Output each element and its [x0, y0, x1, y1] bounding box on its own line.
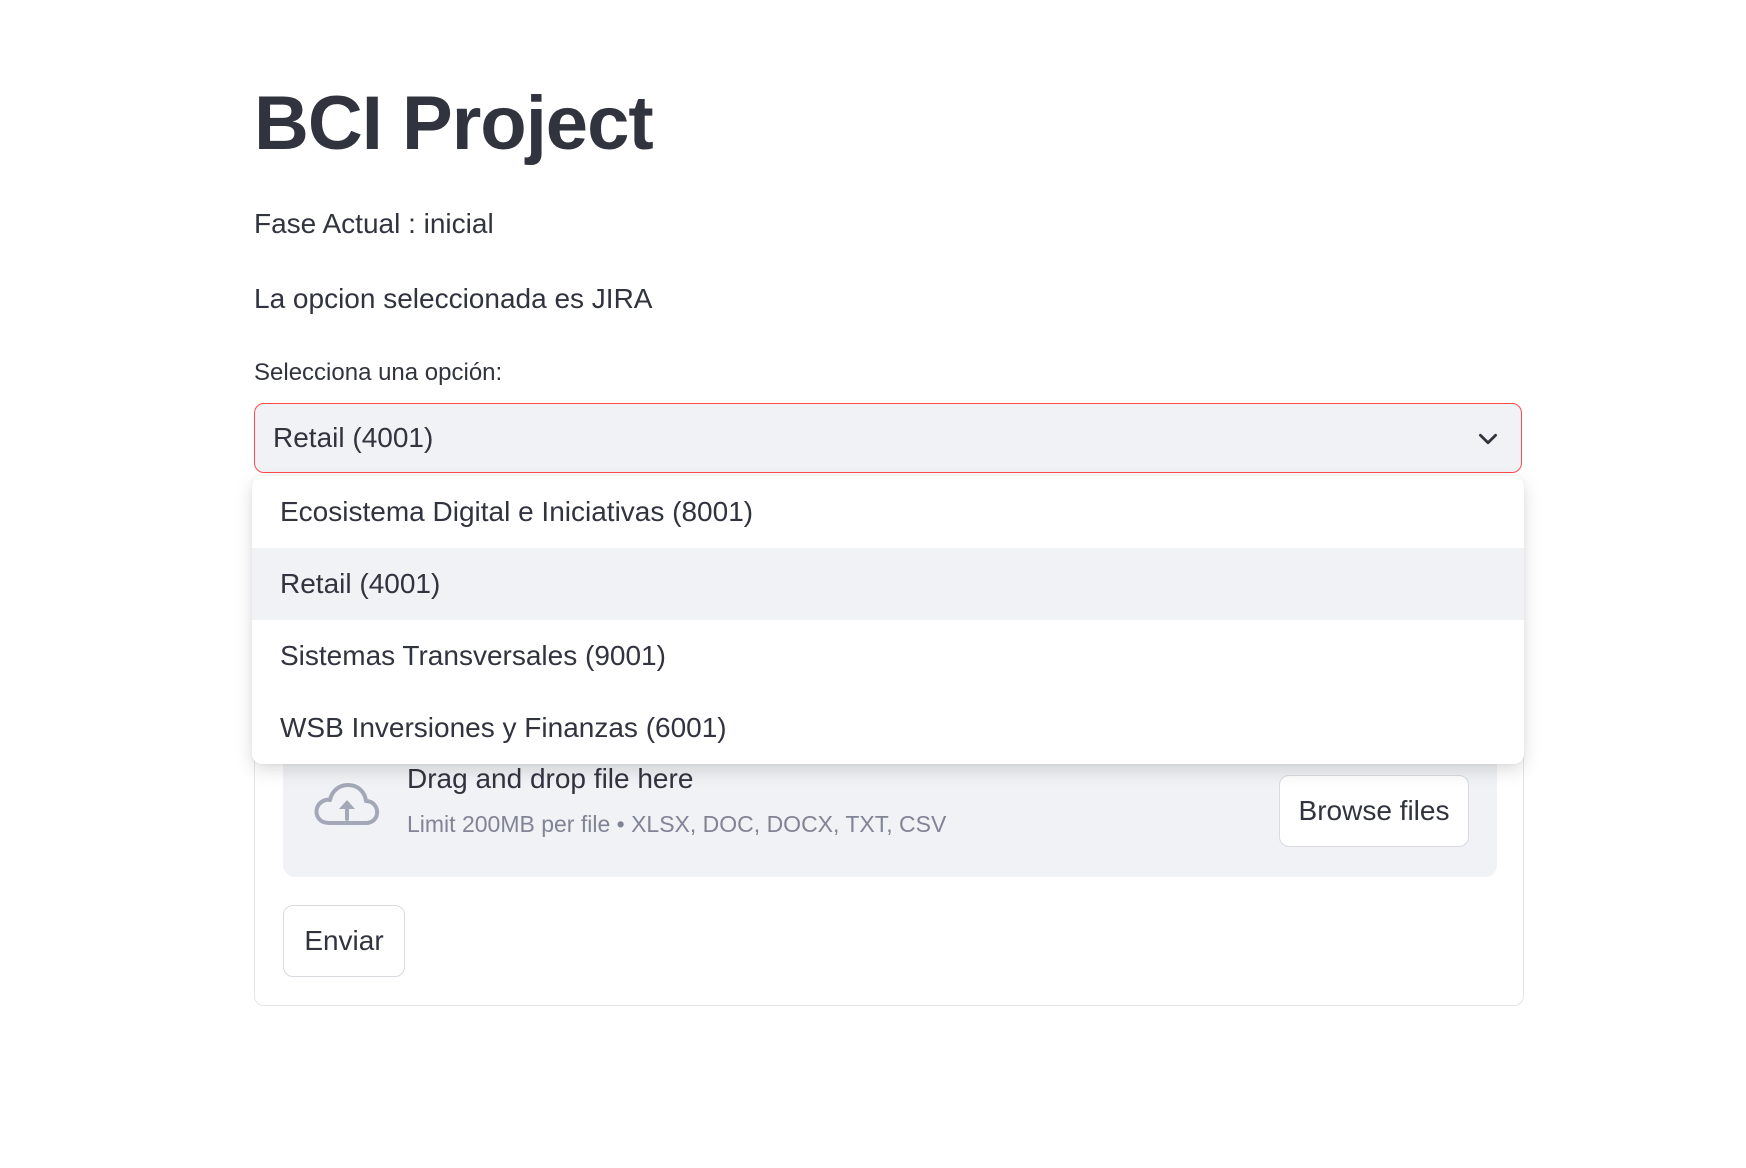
fase-text: Fase Actual : inicial	[254, 208, 494, 239]
enviar-button[interactable]: Enviar	[283, 905, 405, 977]
cloud-upload-icon	[314, 783, 380, 825]
browse-files-button[interactable]: Browse files	[1279, 775, 1469, 847]
select-value: Retail (4001)	[273, 422, 434, 453]
app-root: BCI Project Fase Actual : inicial La opc…	[0, 0, 1746, 1168]
dropdown-option[interactable]: Ecosistema Digital e Iniciativas (8001)	[252, 476, 1524, 548]
select-dropdown-menu: Ecosistema Digital e Iniciativas (8001) …	[252, 476, 1524, 764]
option-select[interactable]: Retail (4001)	[254, 403, 1522, 473]
select-label: Selecciona una opción:	[254, 359, 503, 386]
dropdown-option-selected[interactable]: Retail (4001)	[252, 548, 1524, 620]
chevron-down-icon[interactable]	[1475, 426, 1501, 452]
dropzone-title: Drag and drop file here	[407, 763, 694, 794]
opcion-text: La opcion seleccionada es JIRA	[254, 283, 653, 314]
page-title: BCI Project	[254, 81, 654, 166]
dropdown-option[interactable]: Sistemas Transversales (9001)	[252, 620, 1524, 692]
dropdown-option[interactable]: WSB Inversiones y Finanzas (6001)	[252, 692, 1524, 764]
dropzone-limit: Limit 200MB per file • XLSX, DOC, DOCX, …	[407, 811, 947, 837]
